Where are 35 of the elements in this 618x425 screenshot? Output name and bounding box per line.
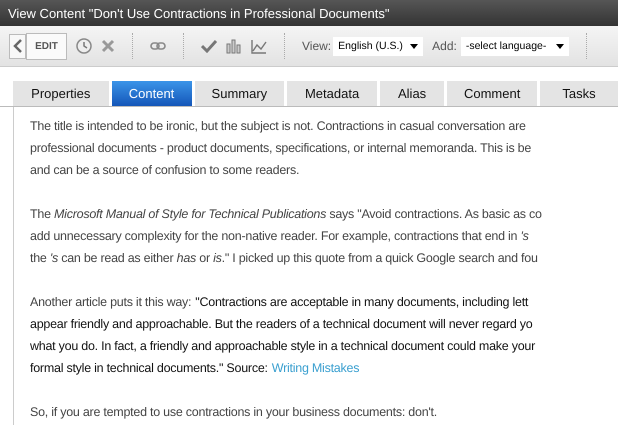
tab[interactable]: Comment xyxy=(447,81,537,106)
close-icon[interactable] xyxy=(101,39,115,53)
body-text: professional documents - product documents, specifications, or internal memoranda. This is be xyxy=(30,141,532,155)
tab[interactable]: Content xyxy=(112,81,192,106)
body-text: formal style in technical documents." Source: xyxy=(30,361,268,375)
body-text: and can be a source of confusion to some readers. xyxy=(30,163,300,177)
body-text: The Microsoft Manual of Style for Technical Publications says "Avoid contractions. As basic as co xyxy=(30,207,542,221)
view-label: View: xyxy=(302,39,332,53)
tab[interactable]: Alias xyxy=(380,81,444,106)
back-button[interactable] xyxy=(9,34,26,58)
tab[interactable]: Properties xyxy=(13,81,109,106)
body-text: "Contractions are acceptable in many documents, including lett xyxy=(195,295,528,309)
body-text: what you do. In fact, a friendly and approachable style in a technical document could make your xyxy=(30,339,536,353)
link-icon[interactable] xyxy=(150,41,166,51)
caret-icon xyxy=(556,44,564,48)
add-label: Add: xyxy=(432,39,457,53)
tab[interactable]: Tasks xyxy=(540,81,618,106)
line-chart-icon[interactable] xyxy=(251,38,267,54)
caret-icon xyxy=(410,44,418,48)
clock-icon[interactable] xyxy=(76,38,92,54)
body-text: appear friendly and approachable. But the readers of a technical document will never regard yo xyxy=(30,317,533,331)
body-text: the 's can be read as either has or is." I picked up this quote from a quick Google search and fou xyxy=(30,251,538,265)
body-text: The title is intended to be ironic, but the subject is not. Contractions in casual conversation are xyxy=(30,119,526,133)
checkmark-icon[interactable] xyxy=(201,39,217,53)
body-text: So, if you are tempted to use contractions in your business documents: don't. xyxy=(30,405,437,419)
add-language-select[interactable]: -select language- xyxy=(460,36,569,56)
body-text: Another article puts it this way: xyxy=(30,295,192,309)
window-title: View Content "Don't Use Contractions in Professional Documents" xyxy=(8,6,390,20)
tab[interactable]: Summary xyxy=(194,81,284,106)
chevron-left-icon xyxy=(12,39,22,53)
edit-button[interactable]: EDIT xyxy=(26,32,67,60)
body-text: add unnecessary complexity for the non-native reader. For example, contractions that end in 's xyxy=(30,229,529,243)
bar-chart-icon[interactable] xyxy=(226,38,242,54)
tab[interactable]: Metadata xyxy=(287,81,377,106)
view-language-select[interactable]: English (U.S.) xyxy=(333,36,424,56)
